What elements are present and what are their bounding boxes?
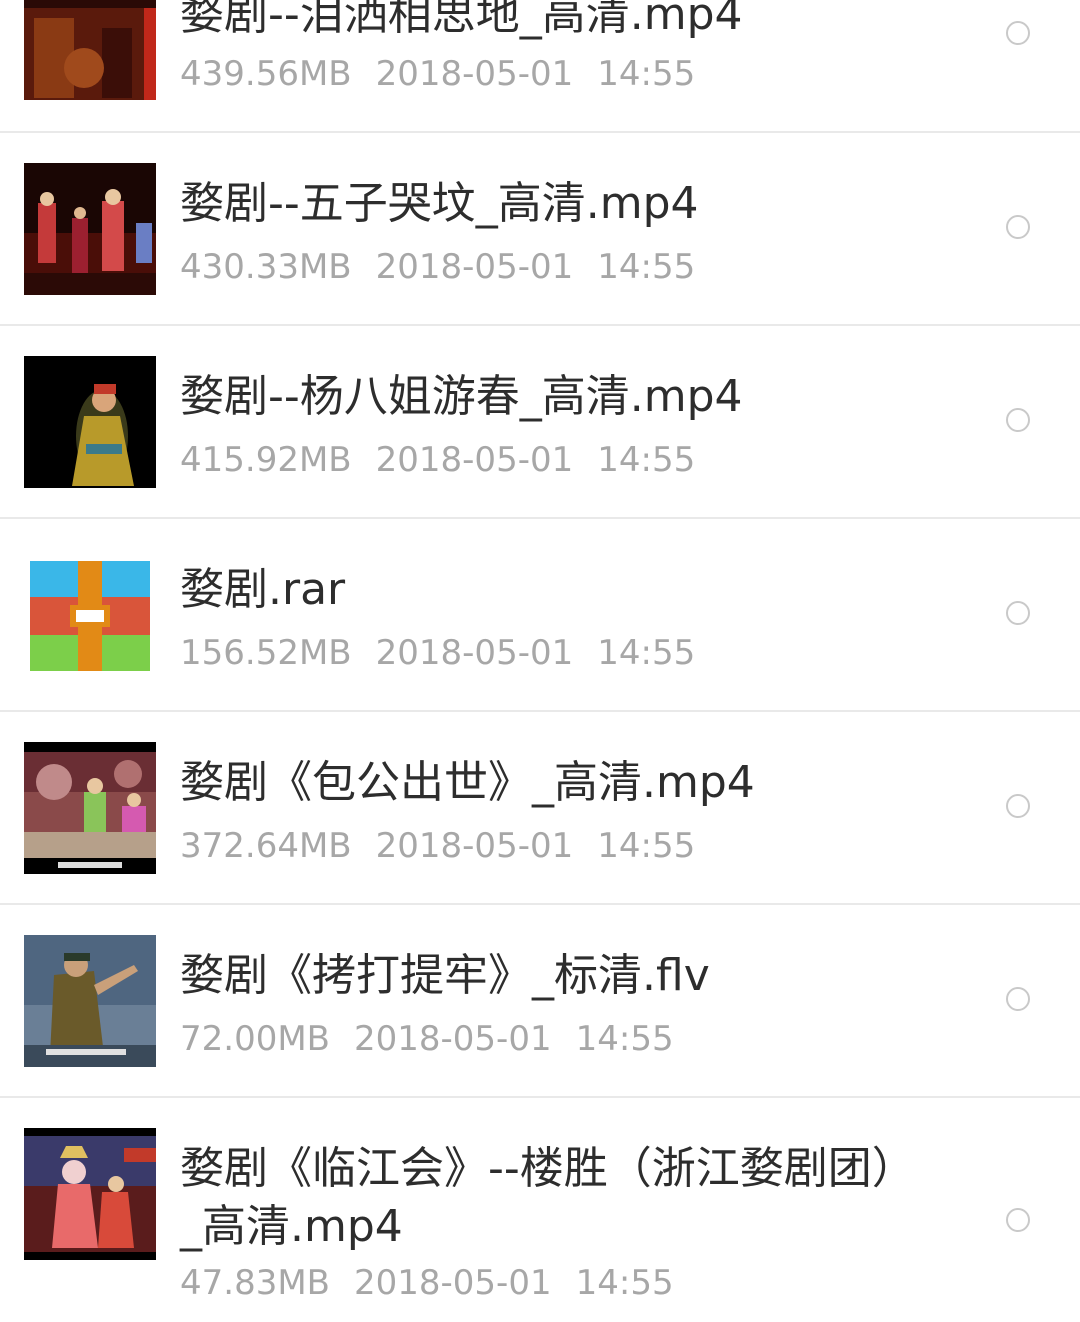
file-date: 2018-05-01 xyxy=(375,633,574,673)
video-thumbnail xyxy=(24,163,156,295)
file-name: 婺剧--泪洒相思地_高清.mp4 xyxy=(180,0,743,40)
file-list: 婺剧--泪洒相思地_高清.mp4 439.56MB 2018-05-01 14:55… xyxy=(0,0,1080,1322)
list-item[interactable]: 婺剧《拷打提牢》_标清.flv 72.00MB 2018-05-01 14:55 xyxy=(0,905,1080,1098)
file-time: 14:55 xyxy=(597,440,696,480)
file-name: 婺剧--杨八姐游春_高清.mp4 xyxy=(180,371,743,422)
opera-video-thumbnail xyxy=(24,935,156,1067)
file-time: 14:55 xyxy=(575,1019,674,1059)
file-date: 2018-05-01 xyxy=(354,1019,552,1059)
video-thumbnail xyxy=(24,742,156,874)
rar-thumbnail xyxy=(24,549,156,681)
video-thumbnail xyxy=(24,935,156,1067)
select-radio[interactable] xyxy=(1006,21,1030,45)
select-radio[interactable] xyxy=(1006,215,1030,239)
video-thumbnail xyxy=(24,356,156,488)
select-radio[interactable] xyxy=(1006,601,1030,625)
list-item[interactable]: 婺剧--杨八姐游春_高清.mp4 415.92MB 2018-05-01 14:55 xyxy=(0,326,1080,519)
file-name: 婺剧《拷打提牢》_标清.flv xyxy=(180,950,710,1001)
video-thumbnail xyxy=(24,0,156,100)
file-meta: 372.64MB 2018-05-01 14:55 xyxy=(180,826,719,866)
file-date: 2018-05-01 xyxy=(375,826,574,866)
opera-video-thumbnail xyxy=(24,356,156,488)
file-date: 2018-05-01 xyxy=(375,247,574,287)
file-name: 婺剧《包公出世》_高清.mp4 xyxy=(180,757,755,808)
select-radio[interactable] xyxy=(1006,794,1030,818)
list-item[interactable]: 婺剧--五子哭坟_高清.mp4 430.33MB 2018-05-01 14:55 xyxy=(0,133,1080,326)
file-date: 2018-05-01 xyxy=(375,54,574,94)
select-radio[interactable] xyxy=(1006,408,1030,432)
file-size: 72.00MB xyxy=(180,1019,330,1059)
file-meta: 430.33MB 2018-05-01 14:55 xyxy=(180,247,719,287)
select-radio[interactable] xyxy=(1006,987,1030,1011)
file-size: 439.56MB xyxy=(180,54,352,94)
opera-video-thumbnail xyxy=(24,742,156,874)
file-time: 14:55 xyxy=(597,633,696,673)
list-item[interactable]: 婺剧《包公出世》_高清.mp4 372.64MB 2018-05-01 14:55 xyxy=(0,712,1080,905)
file-size: 156.52MB xyxy=(180,633,352,673)
file-meta: 156.52MB 2018-05-01 14:55 xyxy=(180,633,719,673)
file-size: 415.92MB xyxy=(180,440,352,480)
file-size: 47.83MB xyxy=(180,1263,330,1303)
opera-video-thumbnail xyxy=(24,1128,156,1260)
file-size: 430.33MB xyxy=(180,247,352,287)
file-date: 2018-05-01 xyxy=(375,440,574,480)
file-date: 2018-05-01 xyxy=(354,1263,552,1303)
file-time: 14:55 xyxy=(597,826,696,866)
file-time: 14:55 xyxy=(575,1263,674,1303)
list-item[interactable]: 婺剧--泪洒相思地_高清.mp4 439.56MB 2018-05-01 14:55 xyxy=(0,0,1080,133)
file-name: 婺剧--五子哭坟_高清.mp4 xyxy=(180,178,699,229)
rar-archive-icon xyxy=(30,561,150,671)
file-size: 372.64MB xyxy=(180,826,352,866)
file-name: 婺剧.rar xyxy=(180,564,346,615)
opera-video-thumbnail xyxy=(24,0,156,100)
video-thumbnail xyxy=(24,1128,156,1260)
opera-video-thumbnail xyxy=(24,163,156,295)
list-item[interactable]: 婺剧.rar 156.52MB 2018-05-01 14:55 xyxy=(0,519,1080,712)
select-radio[interactable] xyxy=(1006,1208,1030,1232)
file-meta: 72.00MB 2018-05-01 14:55 xyxy=(180,1019,698,1059)
list-item[interactable]: 婺剧《临江会》--楼胜（浙江婺剧团）_高清.mp4 47.83MB 2018-05… xyxy=(0,1098,1080,1322)
file-meta: 47.83MB 2018-05-01 14:55 xyxy=(180,1263,698,1303)
file-name: 婺剧《临江会》--楼胜（浙江婺剧团）_高清.mp4 xyxy=(180,1143,894,1252)
file-meta: 439.56MB 2018-05-01 14:55 xyxy=(180,54,719,94)
file-time: 14:55 xyxy=(597,247,696,287)
file-time: 14:55 xyxy=(597,54,696,94)
file-meta: 415.92MB 2018-05-01 14:55 xyxy=(180,440,719,480)
